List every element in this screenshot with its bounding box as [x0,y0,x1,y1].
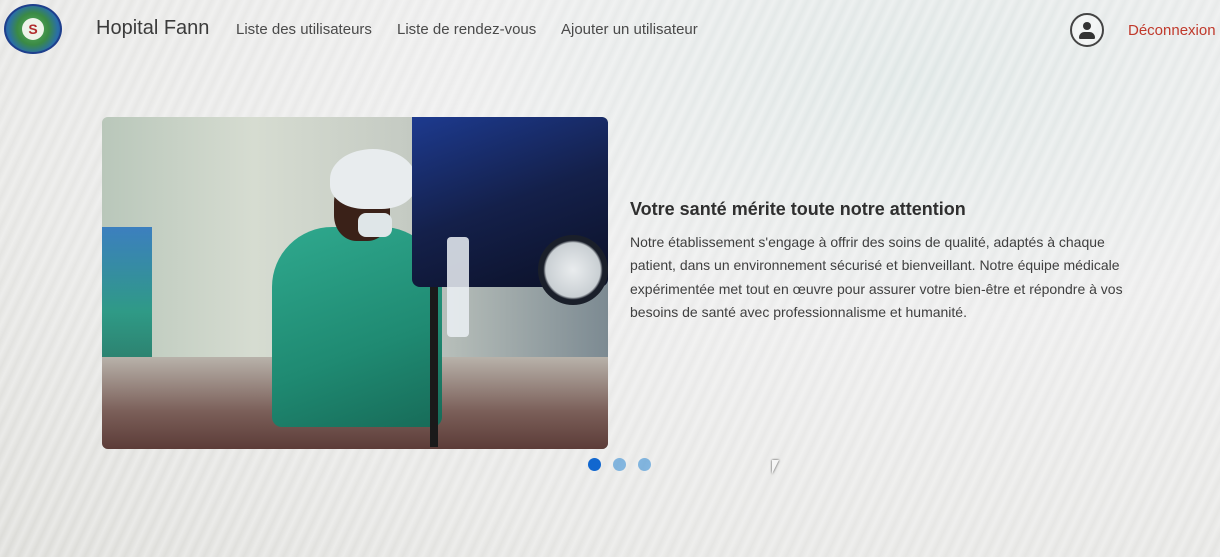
carousel-indicator-1[interactable] [588,458,601,471]
slide-title: Votre santé mérite toute notre attention [630,199,966,219]
slide-image [102,117,608,449]
navbar: S Hopital Fann Liste des utilisateurs Li… [0,0,1220,66]
hospital-logo[interactable]: S [4,4,62,54]
carousel-indicator-3[interactable] [638,458,651,471]
brand-name[interactable]: Hopital Fann [96,17,209,40]
user-circle-icon[interactable] [1070,13,1104,47]
mouse-cursor-icon [772,460,779,474]
photo-nurse-mask [358,213,392,237]
photo-pressure-gauge [538,235,608,305]
user-head-shape [1083,22,1091,30]
photo-nurse-cap [330,149,416,209]
carousel: Votre santé mérite toute notre attention… [100,117,1160,477]
logout-link[interactable]: Déconnexion [1128,22,1216,39]
nav-link-add-user[interactable]: Ajouter un utilisateur [561,21,698,38]
slide-description: Notre établissement s'engage à offrir de… [630,234,1123,321]
user-body-shape [1079,32,1095,39]
slide-caption: Votre santé mérite toute notre attention… [630,199,1130,325]
nav-link-users-list[interactable]: Liste des utilisateurs [236,21,372,38]
carousel-indicators [588,458,651,471]
logo-emblem-icon: S [22,18,44,40]
photo-drip-chamber [447,237,469,337]
nav-link-appointments-list[interactable]: Liste de rendez-vous [397,21,536,38]
photo-iv-pole [430,287,438,447]
carousel-indicator-2[interactable] [613,458,626,471]
